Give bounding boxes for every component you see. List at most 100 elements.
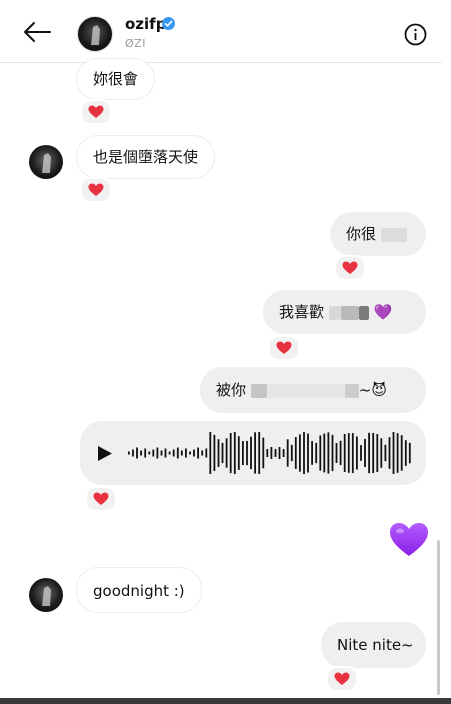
- heart-icon: [342, 261, 358, 274]
- waveform-bar: [343, 434, 346, 472]
- message-bubble-received[interactable]: 也是個墮落天使: [76, 135, 216, 179]
- verified-badge-icon: [162, 17, 175, 30]
- back-arrow-icon[interactable]: [22, 21, 52, 43]
- waveform-bar: [197, 447, 199, 459]
- redacted-text: [380, 227, 407, 242]
- reaction-heart[interactable]: [80, 177, 112, 203]
- waveform-bar: [164, 448, 167, 458]
- message-text: 妳很會: [93, 70, 139, 88]
- waveform-bar: [404, 440, 407, 466]
- info-icon[interactable]: [404, 23, 427, 46]
- message-text: 被你: [216, 381, 247, 399]
- waveform-bar: [270, 447, 273, 459]
- reaction-heart[interactable]: [326, 666, 358, 692]
- reaction-heart[interactable]: [268, 335, 300, 361]
- message-bubble-sent[interactable]: 我喜歡 💜: [263, 290, 426, 334]
- reaction-heart[interactable]: [85, 486, 117, 512]
- message-text: 也是個墮落天使: [93, 148, 199, 166]
- chat-subname: ØZI: [125, 37, 146, 50]
- waveform-bar: [233, 432, 236, 474]
- redacted-text: [266, 383, 345, 398]
- message-bubble-sent[interactable]: 你很: [330, 212, 426, 256]
- redacted-text: [328, 305, 341, 320]
- redacted-text: [358, 305, 369, 320]
- waveform-bar: [408, 442, 411, 464]
- waveform-bar: [266, 449, 269, 457]
- message-bubble-received[interactable]: 妳很會: [76, 58, 156, 100]
- message-bubble-received[interactable]: goodnight :): [76, 567, 202, 613]
- heart-icon: [93, 492, 109, 505]
- redacted-text: [340, 305, 359, 320]
- waveform-bar: [311, 441, 313, 465]
- waveform-bar: [388, 437, 391, 469]
- message-text: 我喜歡: [279, 303, 325, 321]
- waveform-bar: [327, 432, 330, 474]
- header-avatar[interactable]: [77, 16, 113, 52]
- sender-avatar[interactable]: [29, 578, 63, 612]
- waveform-bar: [315, 442, 318, 464]
- bottom-edge: [0, 698, 451, 704]
- waveform-bar: [274, 449, 277, 457]
- waveform-bar: [254, 432, 256, 474]
- waveform-bar: [258, 432, 261, 474]
- waveform-bar: [176, 447, 179, 459]
- waveform-bar: [225, 438, 228, 468]
- waveform-bar: [160, 450, 163, 456]
- waveform-bar: [189, 451, 191, 455]
- redacted-text: [250, 383, 267, 398]
- waveform-bar: [221, 442, 224, 464]
- waveform-bar: [351, 433, 354, 473]
- waveform-bar: [335, 443, 338, 463]
- waveform-bar: [380, 438, 383, 468]
- waveform-bar: [364, 438, 366, 467]
- waveform-bar: [294, 437, 297, 469]
- purple-heart-emoji: 💜: [373, 303, 393, 321]
- message-text: goodnight :): [93, 582, 185, 600]
- waveform-bar: [237, 436, 240, 470]
- message-bubble-sent[interactable]: Nite nite~: [321, 622, 426, 668]
- waveform-bar: [213, 434, 216, 471]
- message-bubble-sent[interactable]: 被你 ~😈: [200, 367, 426, 413]
- waveform-bar: [299, 434, 301, 472]
- play-icon[interactable]: [97, 445, 113, 462]
- message-text: Nite nite~: [337, 636, 414, 654]
- waveform-bar: [132, 449, 134, 457]
- waveform-bar: [201, 450, 204, 456]
- waveform-bar: [128, 451, 130, 455]
- waveform-bar: [347, 433, 350, 473]
- scrollbar[interactable]: [437, 540, 440, 695]
- waveform-bar: [144, 448, 147, 458]
- waveform-bar: [148, 451, 151, 455]
- reaction-heart[interactable]: [80, 99, 112, 125]
- heart-icon: [334, 672, 350, 685]
- waveform-bar: [384, 444, 387, 462]
- waveform-bar: [319, 435, 322, 471]
- waveform-bar: [356, 436, 358, 470]
- waveform-bar: [140, 450, 142, 456]
- chat-header: ozifp ØZI: [0, 0, 442, 63]
- heart-icon: [276, 341, 292, 354]
- waveform-bar: [185, 448, 187, 458]
- waveform-bar: [136, 447, 138, 459]
- waveform-bar: [152, 449, 155, 457]
- chat-username[interactable]: ozifp: [125, 15, 166, 33]
- devil-emoji: 😈: [371, 381, 388, 399]
- heart-icon: [88, 183, 104, 196]
- waveform-bar: [246, 440, 248, 466]
- sender-avatar[interactable]: [29, 145, 63, 179]
- purple-heart-emoji-message[interactable]: [389, 522, 429, 558]
- waveform-bar: [205, 448, 208, 458]
- voice-message[interactable]: [80, 421, 426, 485]
- waveform-bar: [262, 437, 265, 469]
- waveform-bar: [331, 434, 334, 472]
- waveform-bar: [323, 433, 326, 473]
- redacted-text: [344, 383, 359, 398]
- reaction-heart[interactable]: [334, 255, 366, 281]
- waveform-bar: [290, 444, 293, 462]
- waveform-bar: [168, 451, 171, 455]
- waveform-bar: [307, 433, 309, 473]
- waveform-bar: [376, 434, 379, 472]
- waveform-bar: [278, 447, 281, 459]
- audio-waveform[interactable]: [128, 431, 413, 475]
- waveform-bar: [360, 445, 362, 461]
